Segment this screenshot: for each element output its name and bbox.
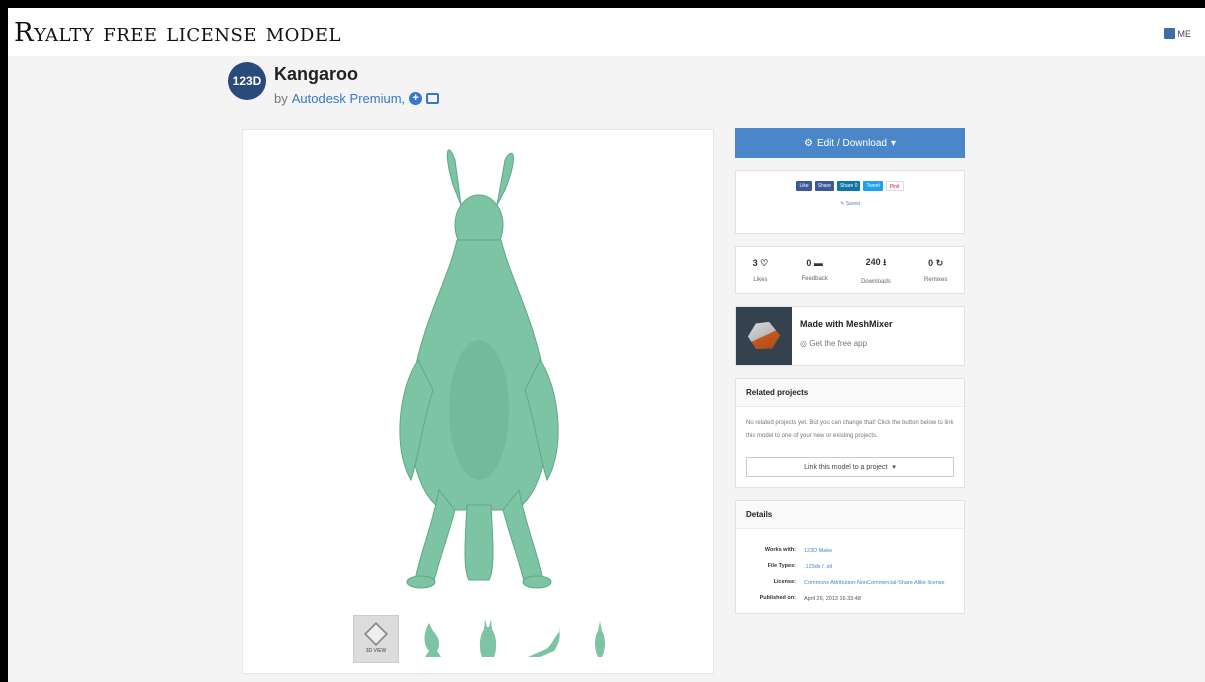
edit-download-label: Edit / Download xyxy=(816,137,887,149)
mail-icon[interactable] xyxy=(426,93,440,104)
gear-icon: ⚙ xyxy=(803,137,813,149)
stat-likes[interactable]: 3 ♡ Likes xyxy=(753,258,769,283)
detail-key: License: xyxy=(773,579,796,585)
likes-label: Likes xyxy=(753,276,768,283)
details-heading: Details xyxy=(736,501,964,529)
app-logo[interactable]: 123D xyxy=(228,62,266,100)
downloads-label: Downloads xyxy=(861,279,891,285)
detail-key: File Types: xyxy=(767,563,796,569)
meshmixer-subtitle[interactable]: Get the free app xyxy=(809,339,867,348)
link-to-project-button[interactable]: Link this model to a project ▾ xyxy=(746,457,954,477)
meshmixer-shape-icon xyxy=(745,317,783,355)
thumb-3d-view[interactable]: 3D VIEW xyxy=(353,615,399,663)
kangaroo-back-icon xyxy=(595,621,605,657)
meshmixer-promo[interactable]: Made with MeshMixer ◎ Get the free app xyxy=(735,306,965,366)
detail-row: Works with: 123D Make xyxy=(744,547,956,555)
user-menu[interactable]: ME xyxy=(1163,28,1192,39)
fb-share-button[interactable]: Share xyxy=(814,181,834,191)
pinit-button[interactable]: Pinit xyxy=(885,181,904,191)
works-with-link[interactable]: 123D Make xyxy=(804,547,956,555)
thumb-view-5[interactable] xyxy=(577,615,623,663)
user-label: ME xyxy=(1177,28,1192,39)
slide-title: Ryalty free license model xyxy=(14,18,341,48)
chevron-down-icon: ▾ xyxy=(892,464,896,471)
stat-remixes[interactable]: 0 ↻ Remixes xyxy=(924,258,947,283)
user-icon xyxy=(1163,28,1175,39)
meshmixer-title: Made with MeshMixer xyxy=(800,319,893,329)
feedback-count: 0 xyxy=(806,258,812,268)
remix-icon: ↻ xyxy=(935,257,944,268)
author-link[interactable]: Autodesk Premium, xyxy=(292,91,405,106)
linkedin-share-button[interactable]: Share 0 xyxy=(836,181,861,191)
link-to-project-label: Link this model to a project xyxy=(804,463,888,471)
edit-download-button[interactable]: ⚙ Edit / Download ▾ xyxy=(735,128,965,158)
feedback-label: Feedback xyxy=(801,276,828,282)
saved-label: Saved xyxy=(845,201,860,207)
saved-link[interactable]: ✎ Saved xyxy=(736,201,964,207)
kangaroo-profile-icon xyxy=(528,625,560,657)
follow-plus-icon[interactable]: + xyxy=(409,92,423,105)
chevron-down-icon: ▾ xyxy=(890,137,897,149)
kangaroo-model-image xyxy=(399,149,559,589)
download-icon: ⭳ xyxy=(883,257,887,267)
detail-row: License: Commons Attribution-NonCommerci… xyxy=(744,579,956,587)
tweet-button[interactable]: Tweet xyxy=(863,181,883,191)
model-viewer[interactable]: 3D VIEW xyxy=(242,129,714,674)
stat-feedback[interactable]: 0 ▬ Feedback xyxy=(801,258,827,282)
remixes-label: Remixes xyxy=(924,276,948,283)
thumb-3d-view-label: 3D VIEW xyxy=(365,648,387,654)
published-date: April 26, 2013 16:33:48 xyxy=(804,596,861,602)
related-projects-panel: Related projects No related projects yet… xyxy=(735,378,965,488)
detail-row: File Types: .123dx / .stl xyxy=(744,563,956,571)
thumb-view-2[interactable] xyxy=(409,615,455,663)
detail-key: Published on: xyxy=(759,595,796,601)
file-types-link[interactable]: .123dx / .stl xyxy=(804,563,956,571)
license-link[interactable]: Commons Attribution-NonCommercial-Share … xyxy=(804,579,956,587)
fb-like-button[interactable]: Like xyxy=(796,181,812,191)
comment-icon: ▬ xyxy=(813,258,823,268)
likes-count: 3 xyxy=(752,257,758,268)
detail-row: Published on: April 26, 2013 16:33:48 xyxy=(744,595,956,603)
detail-key: Works with: xyxy=(764,547,796,553)
kangaroo-front-icon xyxy=(479,619,497,657)
details-panel: Details Works with: 123D Make File Types… xyxy=(735,500,965,614)
downloads-count: 240 xyxy=(865,257,881,267)
heart-icon: ♡ xyxy=(760,257,769,268)
related-heading: Related projects xyxy=(736,379,964,407)
project-title: Kangaroo xyxy=(274,64,359,84)
thumb-view-3[interactable] xyxy=(465,615,511,663)
by-prefix: by xyxy=(274,91,288,106)
circle-icon: ◎ xyxy=(800,339,807,348)
related-body: No related projects yet. But you can cha… xyxy=(746,420,954,439)
cube-icon xyxy=(363,621,389,647)
top-bar: Ryalty free license model ME xyxy=(8,8,1205,56)
thumb-view-4[interactable] xyxy=(521,615,567,663)
sidebar: ⚙ Edit / Download ▾ Like Share Share 0 T… xyxy=(735,128,965,614)
stat-downloads[interactable]: 240 ⭳ Downloads xyxy=(861,255,891,285)
share-panel: Like Share Share 0 Tweet Pinit ✎ Saved xyxy=(735,170,965,234)
remixes-count: 0 xyxy=(928,257,934,268)
stats-panel: 3 ♡ Likes 0 ▬ Feedback 240 ⭳ Downloads 0… xyxy=(735,246,965,294)
thumbnail-strip: 3D VIEW xyxy=(353,615,623,663)
kangaroo-side-icon xyxy=(424,623,441,657)
meshmixer-thumbnail xyxy=(736,307,792,365)
byline: by Autodesk Premium, + xyxy=(274,91,440,106)
